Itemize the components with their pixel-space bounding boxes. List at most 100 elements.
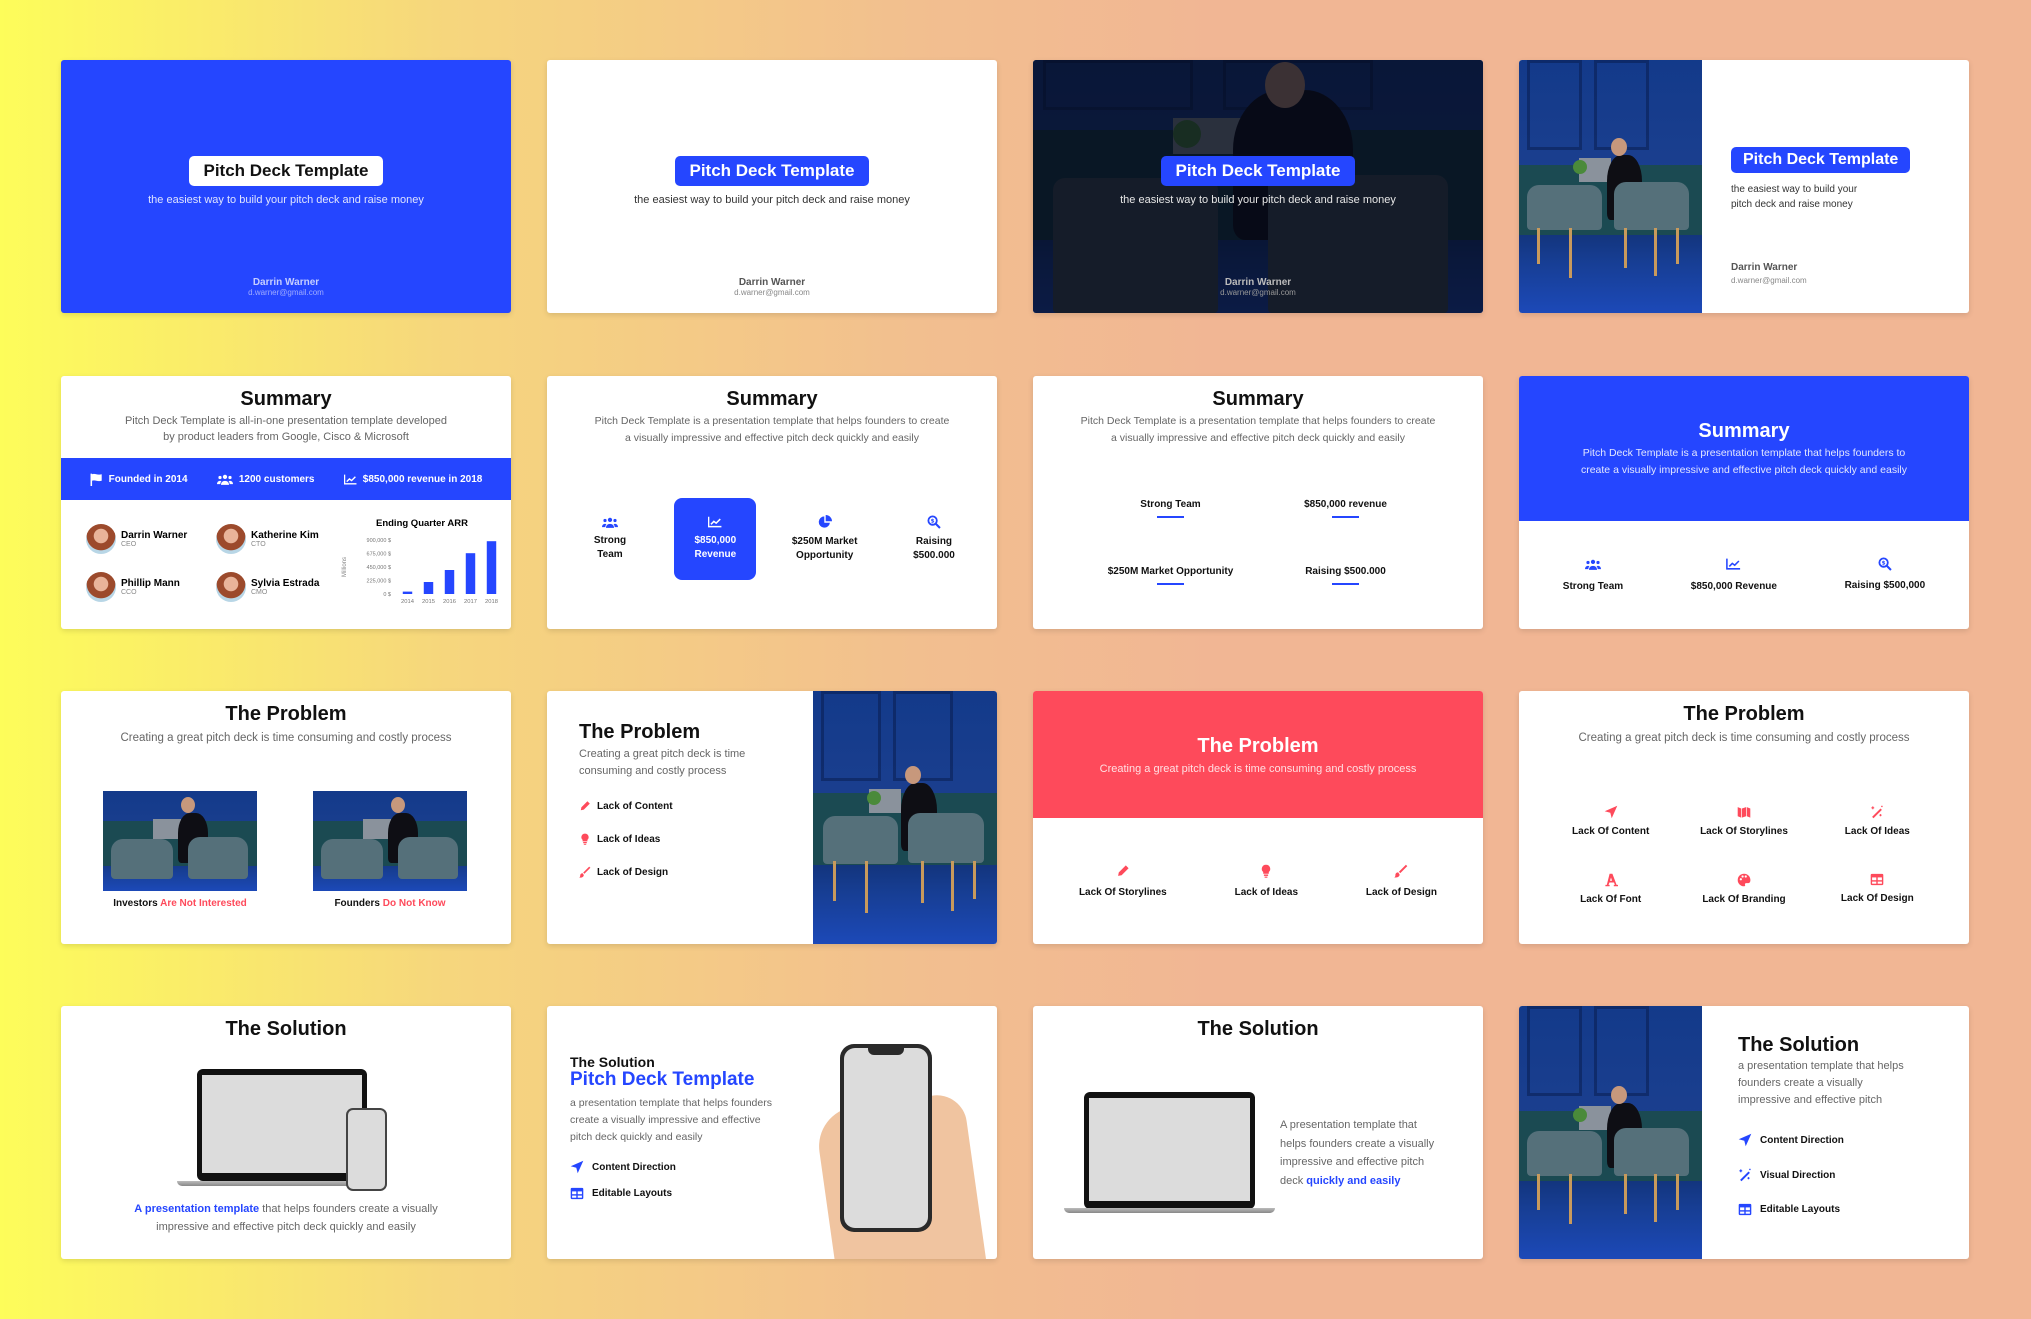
list-item: Lack of Ideas bbox=[579, 833, 745, 845]
team-member: Phillip Mann CCO bbox=[86, 572, 216, 602]
x-tick-label: 2016 bbox=[443, 599, 456, 605]
item-raising: Raising $500,000 bbox=[1845, 557, 1925, 592]
avatar bbox=[86, 524, 116, 554]
slide-summary-cards[interactable]: Summary Pitch Deck Template is a present… bbox=[547, 376, 997, 629]
avatar bbox=[86, 572, 116, 602]
slide-title-photo-split[interactable]: Pitch Deck Template the easiest way to b… bbox=[1519, 60, 1969, 313]
chart-title: Ending Quarter ARR bbox=[375, 518, 468, 529]
pencil-icon bbox=[579, 800, 591, 812]
location-arrow-icon bbox=[570, 1160, 584, 1174]
caption-investors: Investors Are Not Interested bbox=[113, 898, 247, 909]
slide-title: Summary bbox=[726, 388, 818, 410]
slide-title: Summary bbox=[1698, 420, 1790, 442]
item-storylines: Lack Of Storylines bbox=[1677, 805, 1810, 837]
slide-title-white[interactable]: Pitch Deck Template the easiest way to b… bbox=[547, 60, 997, 313]
list-item: Content Direction bbox=[570, 1160, 772, 1174]
y-tick-label: 0 $ bbox=[383, 592, 391, 598]
phone-mockup bbox=[840, 1044, 932, 1232]
slide-problem-red-header[interactable]: The Problem Creating a great pitch deck … bbox=[1033, 691, 1483, 944]
item-revenue: $850,000 revenue bbox=[1258, 499, 1433, 518]
item-content: Lack Of Content bbox=[1544, 805, 1677, 837]
list-item: Editable Layouts bbox=[570, 1187, 772, 1200]
photo bbox=[813, 691, 997, 944]
summary-items: Strong Team $850,000 Revenue Raising $50… bbox=[1519, 557, 1969, 592]
feature-list: Content Direction Editable Layouts bbox=[570, 1160, 772, 1200]
table-icon bbox=[1870, 873, 1884, 886]
slide-solution-laptop[interactable]: The Solution A presentation template tha… bbox=[1033, 1006, 1483, 1259]
users-icon bbox=[217, 474, 233, 485]
avatar bbox=[216, 524, 246, 554]
slide-problem-grid[interactable]: The Problem Creating a great pitch deck … bbox=[1519, 691, 1969, 944]
subtitle: the easiest way to build your pitch deck… bbox=[1120, 194, 1396, 206]
laptop-mockup bbox=[197, 1069, 367, 1181]
y-tick-label: 225,000 $ bbox=[367, 579, 391, 585]
item-market: $250M Market Opportunity bbox=[1083, 566, 1258, 585]
x-tick-label: 2017 bbox=[464, 599, 477, 605]
slide-title: The Problem bbox=[1683, 703, 1805, 725]
card-revenue-highlighted[interactable]: $850,000 Revenue bbox=[674, 498, 757, 580]
subtitle: the easiest way to build your pitch deck… bbox=[148, 194, 424, 206]
item-strong-team: Strong Team bbox=[1083, 499, 1258, 518]
desc-line2: create a visually impressive and effecti… bbox=[1580, 464, 1908, 476]
bar-2017 bbox=[465, 553, 476, 594]
title-pill: Pitch Deck Template bbox=[1161, 156, 1355, 186]
item-design: Lack of Design bbox=[1366, 864, 1437, 898]
title-pill: Pitch Deck Template bbox=[1731, 147, 1911, 173]
problem-items: Lack Of Storylines Lack of Ideas Lack of… bbox=[1033, 864, 1483, 898]
underline bbox=[1332, 516, 1359, 518]
chart-line-icon bbox=[344, 474, 357, 485]
laptop-base bbox=[177, 1181, 352, 1186]
photo-founders bbox=[313, 791, 467, 891]
card-strong-team[interactable]: Strong Team bbox=[569, 498, 651, 580]
author-email: d.warner@gmail.com bbox=[248, 288, 324, 297]
list-item: Editable Layouts bbox=[1738, 1203, 1904, 1216]
title-pill: Pitch Deck Template bbox=[189, 156, 383, 186]
subtitle-line1: the easiest way to build your bbox=[1731, 184, 1858, 195]
slide-title-blue[interactable]: Pitch Deck Template the easiest way to b… bbox=[61, 60, 511, 313]
bar-2018 bbox=[486, 541, 497, 594]
magic-wand-icon bbox=[1870, 805, 1884, 819]
card-raising[interactable]: Raising $500.000 bbox=[893, 498, 975, 580]
slide-problem-photos[interactable]: The Problem Creating a great pitch deck … bbox=[61, 691, 511, 944]
list-item: Visual Direction bbox=[1738, 1168, 1904, 1182]
slide-title: The Problem bbox=[225, 703, 347, 725]
slide-solution-phone[interactable]: The Solution Pitch Deck Template a prese… bbox=[547, 1006, 997, 1259]
item-ideas: Lack of Ideas bbox=[1235, 864, 1298, 898]
slide-summary-team[interactable]: Summary Pitch Deck Template is all-in-on… bbox=[61, 376, 511, 629]
item-strong-team: Strong Team bbox=[1563, 557, 1623, 592]
chart-svg: Millions 900,000 $ 675,000 $ 450,000 $ 225,0… bbox=[342, 538, 498, 605]
slide-title: Summary bbox=[240, 388, 332, 410]
desc-line2: a visually impressive and effective pitc… bbox=[1111, 432, 1405, 444]
pencil-icon bbox=[1116, 864, 1130, 878]
list-item: Lack of Content bbox=[579, 800, 745, 812]
author-name: Darrin Warner bbox=[738, 277, 806, 288]
palette-icon bbox=[1737, 873, 1751, 887]
list-item: Content Direction bbox=[1738, 1133, 1904, 1147]
blue-header: Summary Pitch Deck Template is a present… bbox=[1519, 376, 1969, 521]
slide-title-photo-dark[interactable]: Pitch Deck Template the easiest way to b… bbox=[1033, 60, 1483, 313]
slide-solution-photo[interactable]: The Solution a presentation template tha… bbox=[1519, 1006, 1969, 1259]
slide-solution-devices[interactable]: The Solution A presentation template tha… bbox=[61, 1006, 511, 1259]
caption-founders: Founders Do Not Know bbox=[334, 898, 446, 909]
bar-2016 bbox=[444, 570, 455, 594]
paintbrush-icon bbox=[1394, 864, 1408, 878]
laptop-base bbox=[1064, 1208, 1275, 1213]
x-tick-label: 2014 bbox=[401, 599, 415, 605]
card-market[interactable]: $250M Market Opportunity bbox=[780, 498, 870, 580]
author-email: d.warner@gmail.com bbox=[734, 288, 810, 297]
slide-problem-split[interactable]: The Problem Creating a great pitch deck … bbox=[547, 691, 997, 944]
slide-desc: Creating a great pitch deck is time cons… bbox=[120, 732, 452, 744]
underline bbox=[1157, 583, 1184, 585]
slide-summary-underlined[interactable]: Summary Pitch Deck Template is a present… bbox=[1033, 376, 1483, 629]
feature-list: Content Direction Visual Direction Edita… bbox=[1738, 1133, 1904, 1216]
desc-line1: Creating a great pitch deck is time bbox=[579, 748, 746, 760]
laptop-mockup bbox=[1084, 1092, 1255, 1209]
author-name: Darrin Warner bbox=[1731, 262, 1798, 273]
underline bbox=[1157, 516, 1184, 518]
search-dollar-icon bbox=[927, 515, 941, 529]
subtitle: the easiest way to build your pitch deck… bbox=[634, 194, 910, 206]
stats-bar: Founded in 2014 1200 customers $850,000 … bbox=[61, 458, 511, 500]
item-revenue: $850,000 Revenue bbox=[1691, 557, 1777, 592]
slide-summary-blue-header[interactable]: Summary Pitch Deck Template is a present… bbox=[1519, 376, 1969, 629]
users-icon bbox=[602, 517, 618, 528]
